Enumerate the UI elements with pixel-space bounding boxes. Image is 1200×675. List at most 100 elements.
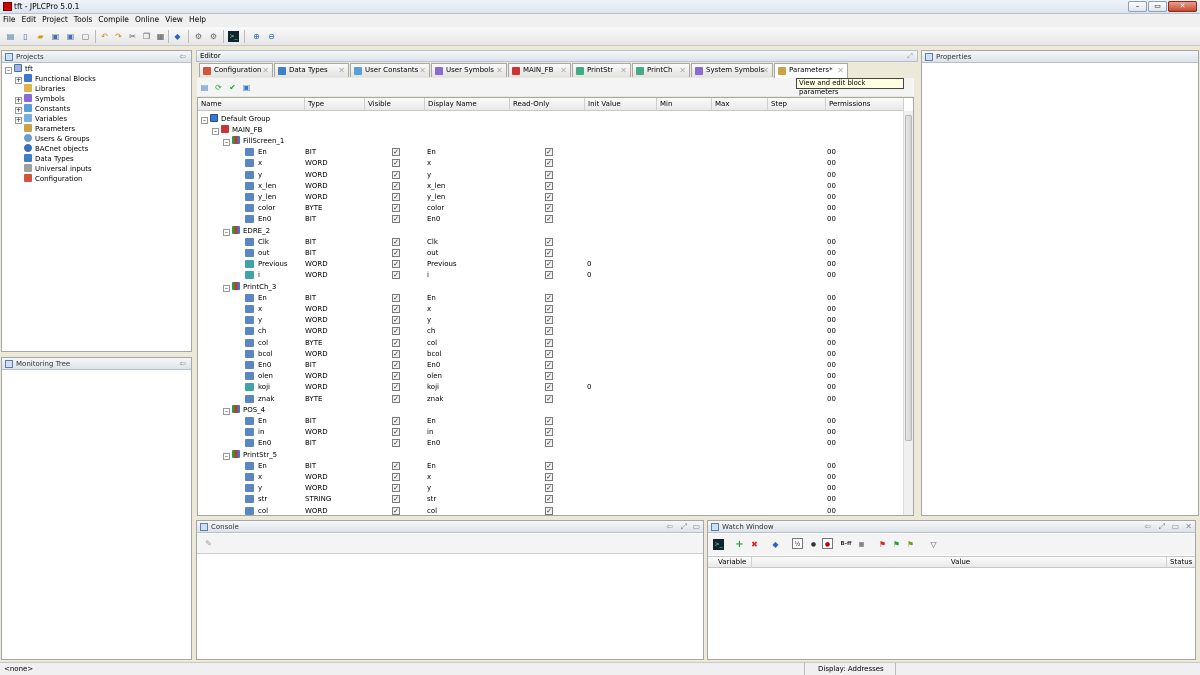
table-row[interactable]: ch WORD ✓ ch ✓ 00 (198, 326, 904, 337)
menu-compile[interactable]: Compile (95, 14, 132, 24)
read-only-checkbox[interactable]: ✓ (545, 316, 553, 325)
param-display-name[interactable]: x (427, 158, 431, 168)
tab-printch[interactable]: PrintCh ✕ (632, 63, 690, 77)
param-display-name[interactable]: col (427, 506, 437, 515)
table-row[interactable]: y WORD ✓ y ✓ 00 (198, 483, 904, 494)
bff-format-icon[interactable]: B-ff (838, 539, 854, 550)
table-row[interactable]: x_len WORD ✓ x_len ✓ 00 (198, 181, 904, 192)
visible-checkbox[interactable]: ✓ (392, 204, 400, 213)
tree-libraries[interactable]: Libraries (24, 84, 65, 94)
maximize-editor-icon[interactable]: ⤢ (907, 51, 913, 62)
sync-icon[interactable]: ⟳ (213, 82, 224, 93)
build-gear-icon[interactable]: ⚙ (208, 31, 219, 42)
visible-checkbox[interactable]: ✓ (392, 316, 400, 325)
table-row[interactable]: Clk BIT ✓ Clk ✓ 00 (198, 237, 904, 248)
param-permissions[interactable]: 00 (827, 293, 836, 303)
read-only-checkbox[interactable]: ✓ (545, 439, 553, 448)
param-display-name[interactable]: str (427, 494, 436, 504)
param-permissions[interactable]: 00 (827, 315, 836, 325)
visible-checkbox[interactable]: ✓ (392, 148, 400, 157)
read-only-checkbox[interactable]: ✓ (545, 159, 553, 168)
cut-icon[interactable]: ✂ (127, 31, 138, 42)
read-only-checkbox[interactable]: ✓ (545, 260, 553, 269)
table-row[interactable]: En BIT ✓ En ✓ 00 (198, 147, 904, 158)
visible-checkbox[interactable]: ✓ (392, 237, 400, 246)
minimize-button[interactable]: – (1128, 1, 1147, 12)
tree-users-groups[interactable]: Users & Groups (24, 134, 89, 144)
param-permissions[interactable]: 00 (827, 304, 836, 314)
param-permissions[interactable]: 00 (827, 237, 836, 247)
param-permissions[interactable]: 00 (827, 461, 836, 471)
maximize-console-icon[interactable]: ▭ (692, 521, 700, 533)
minimize-panel-icon[interactable]: ⇦ (179, 51, 186, 63)
param-display-name[interactable]: znak (427, 394, 443, 404)
close-button[interactable]: ✕ (1168, 1, 1197, 12)
new-file-icon[interactable]: ▯ (20, 31, 31, 42)
menu-edit[interactable]: Edit (19, 14, 40, 24)
redo-icon[interactable]: ↷ (113, 31, 124, 42)
tree-functional-blocks[interactable]: + Functional Blocks (15, 74, 96, 84)
param-display-name[interactable]: y (427, 170, 431, 180)
visible-checkbox[interactable]: ✓ (392, 506, 400, 515)
visible-checkbox[interactable]: ✓ (392, 215, 400, 224)
save-icon[interactable]: ▣ (50, 31, 61, 42)
menu-online[interactable]: Online (132, 14, 162, 24)
read-only-checkbox[interactable]: ✓ (545, 484, 553, 493)
param-permissions[interactable]: 00 (827, 326, 836, 336)
table-row[interactable]: x WORD ✓ x ✓ 00 (198, 304, 904, 315)
table-row[interactable]: i WORD ✓ i ✓ 0 00 (198, 270, 904, 281)
table-row[interactable]: y WORD ✓ y ✓ 00 (198, 315, 904, 326)
col-name[interactable]: Name (198, 98, 305, 111)
param-display-name[interactable]: ch (427, 326, 435, 336)
param-permissions[interactable]: 00 (827, 438, 836, 448)
block-row[interactable]: – PrintStr_5 (223, 449, 277, 460)
open-folder-icon[interactable]: ▰ (35, 31, 46, 42)
menu-project[interactable]: Project (39, 14, 71, 24)
tab-user-symbols[interactable]: User Symbols ✕ (431, 63, 507, 77)
tab-main-fb[interactable]: MAIN_FB ✕ (508, 63, 571, 77)
watch-terminal-icon[interactable]: >_ (713, 539, 724, 550)
apply-check-icon[interactable]: ✔ (227, 82, 238, 93)
fraction-format-icon[interactable]: ½ (792, 538, 803, 549)
param-permissions[interactable]: 00 (827, 371, 836, 381)
tab-printstr[interactable]: PrintStr ✕ (572, 63, 631, 77)
tree-variables[interactable]: + Variables (15, 114, 67, 124)
menu-view[interactable]: View (162, 14, 186, 24)
table-row[interactable]: str STRING ✓ str ✓ 00 (198, 494, 904, 505)
clear-console-icon[interactable]: ✎ (203, 538, 214, 549)
param-display-name[interactable]: x (427, 472, 431, 482)
minimize-console-icon[interactable]: ⇦ (666, 521, 673, 533)
param-display-name[interactable]: En0 (427, 214, 440, 224)
export-icon[interactable]: ▣ (241, 82, 252, 93)
param-permissions[interactable]: 00 (827, 214, 836, 224)
watch-col-status[interactable]: Status (1167, 557, 1197, 568)
param-display-name[interactable]: color (427, 203, 444, 213)
table-scrollbar[interactable] (903, 111, 913, 515)
menu-tools[interactable]: Tools (71, 14, 95, 24)
visible-checkbox[interactable]: ✓ (392, 193, 400, 201)
visible-checkbox[interactable]: ✓ (392, 394, 400, 403)
param-permissions[interactable]: 00 (827, 170, 836, 180)
minimize-panel-icon[interactable]: ⇦ (179, 358, 186, 370)
visible-checkbox[interactable]: ✓ (392, 181, 400, 190)
visible-checkbox[interactable]: ✓ (392, 159, 400, 168)
tree-constants[interactable]: + Constants (15, 104, 70, 114)
read-only-checkbox[interactable]: ✓ (545, 327, 553, 336)
param-display-name[interactable]: col (427, 338, 437, 348)
remove-watch-icon[interactable]: ✖ (749, 539, 760, 550)
table-row[interactable]: En BIT ✓ En ✓ 00 (198, 461, 904, 472)
param-init-value[interactable]: 0 (587, 382, 591, 392)
read-only-checkbox[interactable]: ✓ (545, 305, 553, 313)
undo-icon[interactable]: ↶ (99, 31, 110, 42)
maximize-watch-icon[interactable]: ▭ (1171, 521, 1179, 533)
table-row[interactable]: x WORD ✓ x ✓ 00 (198, 472, 904, 483)
col-permissions[interactable]: Permissions (826, 98, 904, 111)
param-display-name[interactable]: bcol (427, 349, 442, 359)
param-permissions[interactable]: 00 (827, 506, 836, 515)
table-row[interactable]: col WORD ✓ col ✓ 00 (198, 506, 904, 515)
param-init-value[interactable]: 0 (587, 259, 591, 269)
param-display-name[interactable]: En0 (427, 438, 440, 448)
col-read-only[interactable]: Read-Only (510, 98, 585, 111)
read-only-checkbox[interactable]: ✓ (545, 473, 553, 481)
compile-gear-icon[interactable]: ⚙ (193, 31, 204, 42)
